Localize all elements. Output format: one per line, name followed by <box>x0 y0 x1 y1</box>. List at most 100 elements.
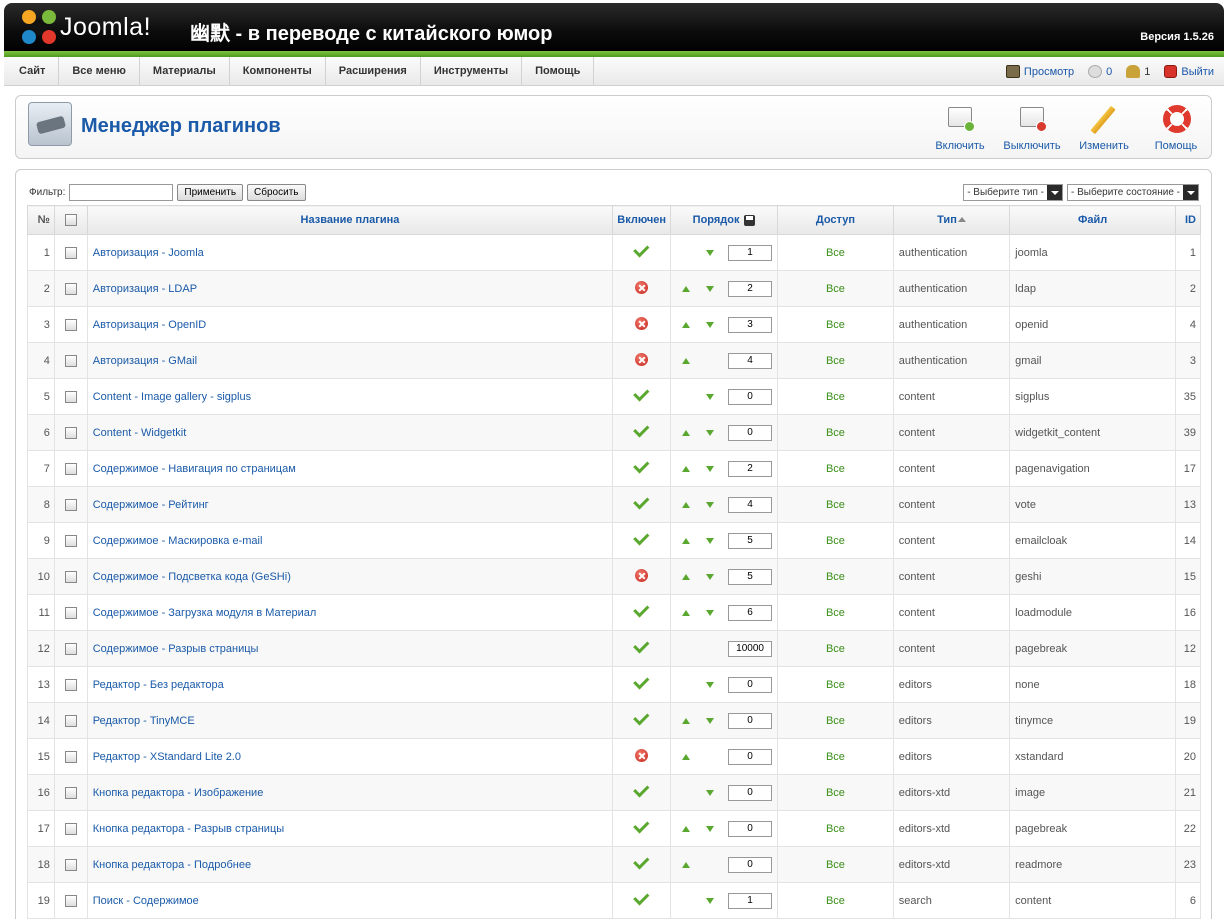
disable-button[interactable]: Выключить <box>1003 104 1061 152</box>
logout-link[interactable]: Выйти <box>1164 65 1214 78</box>
move-up-icon[interactable] <box>682 321 691 328</box>
order-input[interactable] <box>728 352 773 369</box>
access-link[interactable]: Все <box>826 463 845 475</box>
order-input[interactable] <box>728 496 773 513</box>
row-checkbox[interactable] <box>64 570 77 583</box>
enabled-check-icon[interactable] <box>632 420 650 438</box>
move-down-icon[interactable] <box>706 249 715 256</box>
plugin-name-link[interactable]: Авторизация - OpenID <box>93 319 206 331</box>
access-link[interactable]: Все <box>826 679 845 691</box>
access-link[interactable]: Все <box>826 535 845 547</box>
move-up-icon[interactable] <box>682 429 691 436</box>
enable-button[interactable]: Включить <box>931 104 989 152</box>
move-down-icon[interactable] <box>706 789 715 796</box>
apply-filter-button[interactable]: Применить <box>177 184 244 201</box>
row-checkbox[interactable] <box>64 282 77 295</box>
col-access[interactable]: Доступ <box>777 205 894 235</box>
plugin-name-link[interactable]: Содержимое - Маскировка e-mail <box>93 535 263 547</box>
order-input[interactable] <box>728 856 773 873</box>
plugin-name-link[interactable]: Поиск - Содержимое <box>93 895 199 907</box>
move-down-icon[interactable] <box>706 429 715 436</box>
order-input[interactable] <box>728 424 773 441</box>
save-order-icon[interactable] <box>744 214 756 226</box>
move-down-icon[interactable] <box>706 609 715 616</box>
access-link[interactable]: Все <box>826 715 845 727</box>
row-checkbox[interactable] <box>64 318 77 331</box>
order-input[interactable] <box>728 604 773 621</box>
enabled-check-icon[interactable] <box>632 600 650 618</box>
plugin-name-link[interactable]: Содержимое - Загрузка модуля в Материал <box>93 607 317 619</box>
move-up-icon[interactable] <box>682 861 691 868</box>
enabled-check-icon[interactable] <box>632 816 650 834</box>
disabled-cross-icon[interactable] <box>635 748 649 762</box>
col-enabled[interactable]: Включен <box>612 205 672 235</box>
plugin-name-link[interactable]: Редактор - XStandard Lite 2.0 <box>93 751 241 763</box>
access-link[interactable]: Все <box>826 787 845 799</box>
access-link[interactable]: Все <box>826 823 845 835</box>
disabled-cross-icon[interactable] <box>635 352 649 366</box>
order-input[interactable] <box>728 892 773 909</box>
enabled-check-icon[interactable] <box>632 384 650 402</box>
enabled-check-icon[interactable] <box>632 708 650 726</box>
disabled-cross-icon[interactable] <box>635 568 649 582</box>
messages-link[interactable]: 0 <box>1088 65 1112 78</box>
enabled-check-icon[interactable] <box>632 528 650 546</box>
plugin-name-link[interactable]: Кнопка редактора - Изображение <box>93 787 264 799</box>
enabled-check-icon[interactable] <box>632 888 650 906</box>
order-input[interactable] <box>728 748 773 765</box>
move-down-icon[interactable] <box>706 681 715 688</box>
access-link[interactable]: Все <box>826 319 845 331</box>
access-link[interactable]: Все <box>826 391 845 403</box>
plugin-name-link[interactable]: Содержимое - Разрыв страницы <box>93 643 259 655</box>
move-up-icon[interactable] <box>682 357 691 364</box>
access-link[interactable]: Все <box>826 751 845 763</box>
disabled-cross-icon[interactable] <box>635 316 649 330</box>
edit-button[interactable]: Изменить <box>1075 104 1133 152</box>
row-checkbox[interactable] <box>64 534 77 547</box>
plugin-name-link[interactable]: Содержимое - Подсветка кода (GeSHi) <box>93 571 291 583</box>
move-up-icon[interactable] <box>682 537 691 544</box>
order-input[interactable] <box>728 676 773 693</box>
move-up-icon[interactable] <box>682 753 691 760</box>
row-checkbox[interactable] <box>64 786 77 799</box>
row-checkbox[interactable] <box>64 714 77 727</box>
row-checkbox[interactable] <box>64 822 77 835</box>
joomla-logo[interactable]: Joomla! <box>22 9 151 45</box>
move-down-icon[interactable] <box>706 393 715 400</box>
row-checkbox[interactable] <box>64 858 77 871</box>
enabled-check-icon[interactable] <box>632 492 650 510</box>
access-link[interactable]: Все <box>826 643 845 655</box>
row-checkbox[interactable] <box>64 894 77 907</box>
access-link[interactable]: Все <box>826 427 845 439</box>
access-link[interactable]: Все <box>826 499 845 511</box>
order-input[interactable] <box>728 784 773 801</box>
move-down-icon[interactable] <box>706 537 715 544</box>
move-up-icon[interactable] <box>682 573 691 580</box>
row-checkbox[interactable] <box>64 750 77 763</box>
move-down-icon[interactable] <box>706 501 715 508</box>
row-checkbox[interactable] <box>64 426 77 439</box>
row-checkbox[interactable] <box>64 498 77 511</box>
select-all-checkbox[interactable] <box>64 214 77 227</box>
order-input[interactable] <box>728 712 773 729</box>
help-button[interactable]: Помощь <box>1147 104 1205 152</box>
move-down-icon[interactable] <box>706 285 715 292</box>
menu-item[interactable]: Инструменты <box>421 57 523 86</box>
move-down-icon[interactable] <box>706 573 715 580</box>
preview-link[interactable]: Просмотр <box>1005 65 1074 78</box>
order-input[interactable] <box>728 280 773 297</box>
access-link[interactable]: Все <box>826 247 845 259</box>
move-up-icon[interactable] <box>682 465 691 472</box>
move-up-icon[interactable] <box>682 609 691 616</box>
access-link[interactable]: Все <box>826 859 845 871</box>
col-name[interactable]: Название плагина <box>86 205 614 235</box>
access-link[interactable]: Все <box>826 571 845 583</box>
order-input[interactable] <box>728 532 773 549</box>
order-input[interactable] <box>728 316 773 333</box>
move-up-icon[interactable] <box>682 501 691 508</box>
plugin-name-link[interactable]: Кнопка редактора - Разрыв страницы <box>93 823 284 835</box>
enabled-check-icon[interactable] <box>632 780 650 798</box>
plugin-name-link[interactable]: Авторизация - Joomla <box>93 247 204 259</box>
plugin-name-link[interactable]: Содержимое - Рейтинг <box>93 499 209 511</box>
menu-item[interactable]: Сайт <box>8 57 60 86</box>
